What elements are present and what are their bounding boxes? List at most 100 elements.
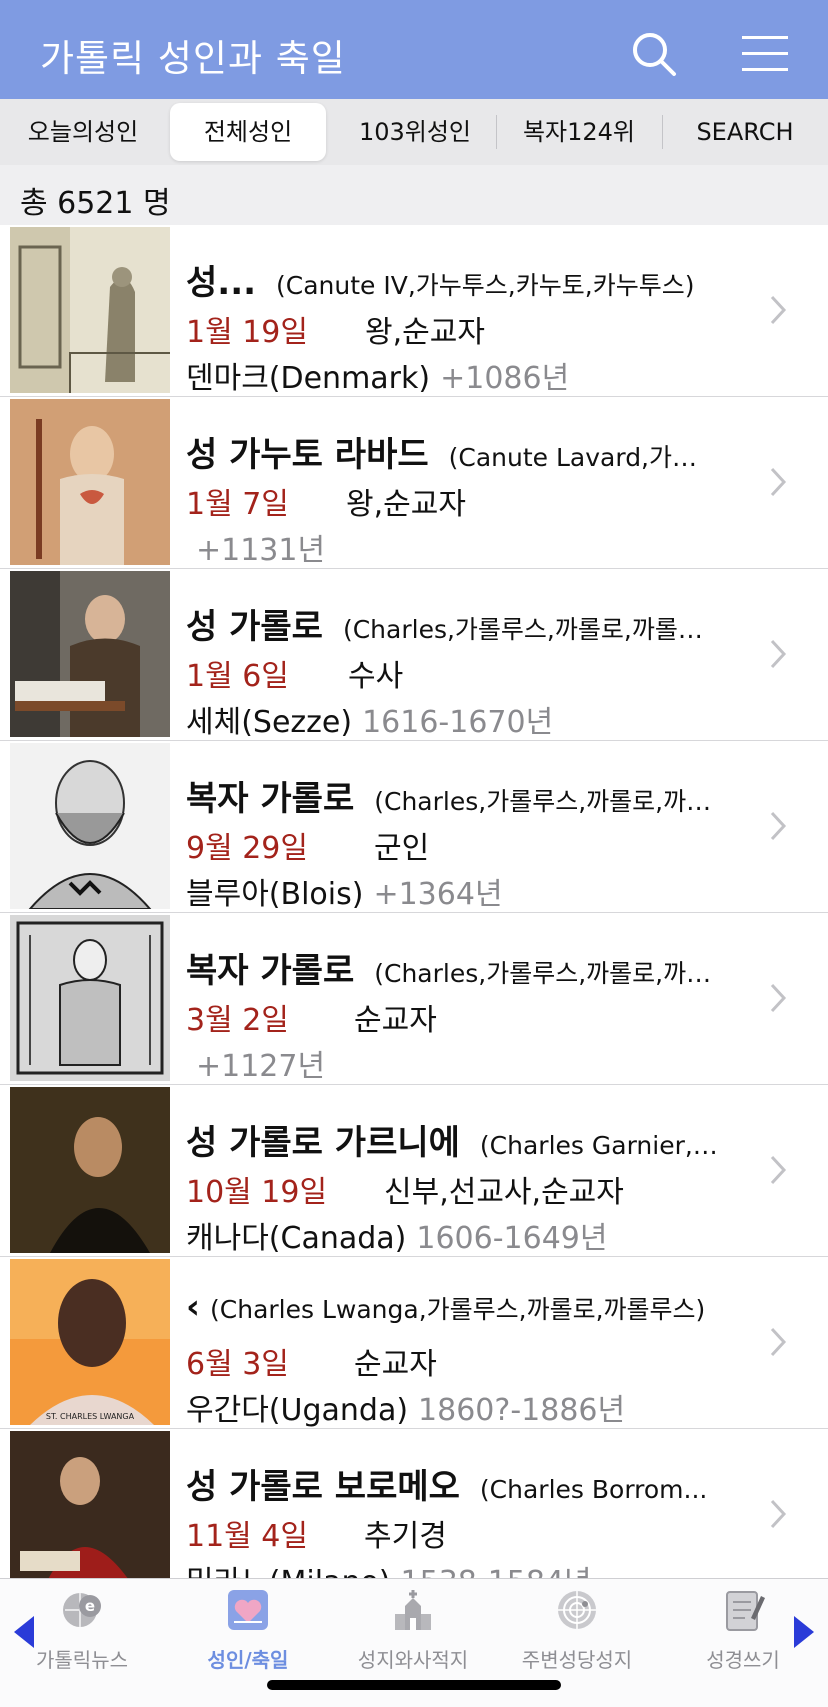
hamburger-menu-icon[interactable] — [740, 34, 790, 74]
saint-thumbnail — [10, 743, 170, 909]
saint-aliases: (Charles Garnier,… — [479, 1131, 718, 1159]
saint-years: 1538-1584년 — [401, 1565, 592, 1578]
tab-all-saints[interactable]: 전체성인 — [170, 103, 326, 161]
saint-years: +1131년 — [196, 533, 326, 568]
feast-date: 10월 19일 — [186, 1175, 328, 1210]
nav-label: 성경쓰기 — [706, 1648, 780, 1672]
saint-aliases: (Canute Lavard,가… — [448, 443, 698, 471]
saint-row[interactable]: 성... (Canute IV,가누투스,카누토,카누투스) 1월 19일 왕,순… — [0, 225, 828, 397]
saint-aliases: (Canute IV,가누투스,카누토,카누투스) — [276, 271, 695, 299]
feast-date: 11월 4일 — [186, 1519, 308, 1554]
saint-row[interactable]: 복자 가롤로 (Charles,가롤루스,까롤로,까… 9월 29일 군인 블루아… — [0, 741, 828, 913]
saint-thumbnail — [10, 571, 170, 737]
svg-text:e: e — [85, 1597, 95, 1615]
search-icon[interactable] — [630, 30, 680, 80]
saint-years: +1364년 — [373, 877, 503, 912]
total-count-label: 총 6521 명 — [20, 186, 171, 221]
saint-row[interactable]: 성 가롤로 (Charles,가롤루스,까롤로,까롤… 1월 6일 수사 세체(S… — [0, 569, 828, 741]
saint-name: 성 가롤로 가르니에 — [186, 1123, 460, 1159]
saint-row[interactable]: 성 가롤로 가르니에 (Charles Garnier,… 10월 19일 신부,… — [0, 1085, 828, 1257]
saint-role: 왕,순교자 — [346, 487, 466, 522]
nav-nearby-churches[interactable]: 주변성당성지 — [502, 1588, 652, 1678]
heart-people-icon — [228, 1590, 268, 1630]
saint-role: 수사 — [348, 659, 404, 694]
chevron-right-icon — [770, 467, 787, 497]
nav-label: 성인/축일 — [207, 1648, 289, 1672]
nav-label: 성지와사적지 — [357, 1648, 469, 1672]
saint-thumbnail: ST. CHARLES LWANGA — [10, 1259, 170, 1425]
app-title: 가톨릭 성인과 축일 — [40, 37, 346, 80]
chevron-right-icon — [770, 811, 787, 841]
feast-date: 6월 3일 — [186, 1347, 289, 1382]
chevron-right-icon — [770, 983, 787, 1013]
saint-thumbnail — [10, 915, 170, 1081]
saint-place: 덴마크(Denmark) — [186, 361, 431, 396]
saint-place: 블루아(Blois) — [186, 877, 364, 912]
saint-place: 우간다(Uganda) — [186, 1393, 409, 1428]
saint-aliases: (Charles Lwanga,가롤루스,까롤로,까롤루스) — [210, 1295, 706, 1324]
nav-bible-writing[interactable]: 성경쓰기 — [668, 1588, 818, 1678]
chevron-right-icon — [770, 295, 787, 325]
saint-thumbnail — [10, 1431, 170, 1578]
saint-name: 성... — [186, 263, 257, 299]
church-icon — [395, 1590, 431, 1630]
nav-saints-feasts[interactable]: 성인/축일 — [173, 1588, 323, 1678]
thumbnail-caption: ST. CHARLES LWANGA — [46, 1412, 135, 1421]
saint-row[interactable]: ST. CHARLES LWANGA ‹ (Charles Lwanga,가롤루스… — [0, 1257, 828, 1429]
total-count-bar: 총 6521 명 — [0, 165, 828, 225]
saint-years: 1616-1670년 — [362, 705, 554, 740]
nav-label: 가톨릭뉴스 — [36, 1648, 128, 1672]
feast-date: 3월 2일 — [186, 1003, 289, 1038]
saint-aliases: (Charles,가롤루스,까롤로,까… — [374, 787, 712, 815]
tab-search[interactable]: SEARCH — [666, 103, 824, 161]
saint-name: 복자 가롤로 — [186, 951, 355, 987]
feast-date: 9월 29일 — [186, 831, 308, 866]
saint-name: 성 가누토 라바드 — [186, 435, 429, 471]
saint-role: 추기경 — [364, 1519, 447, 1554]
saint-thumbnail — [10, 399, 170, 565]
saint-row[interactable]: 성 가롤로 보로메오 (Charles Borrom... 11월 4일 추기경 … — [0, 1429, 828, 1578]
saint-row[interactable]: 성 가누토 라바드 (Canute Lavard,가… 1월 7일 왕,순교자 +… — [0, 397, 828, 569]
tab-divider — [662, 115, 663, 149]
tab-103-saints[interactable]: 103위성인 — [336, 103, 494, 161]
saint-role: 신부,선교사,순교자 — [384, 1175, 624, 1210]
tab-divider — [496, 115, 497, 149]
saint-name: ‹ — [186, 1287, 201, 1327]
nav-holy-sites[interactable]: 성지와사적지 — [338, 1588, 488, 1678]
saint-place: 세체(Sezze) — [186, 705, 353, 740]
saint-years: 1606-1649년 — [416, 1221, 608, 1256]
feast-date: 1월 19일 — [186, 315, 308, 350]
saint-years: +1127년 — [196, 1049, 326, 1084]
saint-list[interactable]: 성... (Canute IV,가누투스,카누토,카누투스) 1월 19일 왕,순… — [0, 225, 828, 1578]
feast-date: 1월 6일 — [186, 659, 289, 694]
saint-place: 밀라노(Milano) — [186, 1565, 391, 1578]
saint-years: +1086년 — [440, 361, 570, 396]
feast-date: 1월 7일 — [186, 487, 289, 522]
saint-place: 캐나다(Canada) — [186, 1221, 407, 1256]
nav-label: 주변성당성지 — [521, 1648, 633, 1672]
tab-today-saints[interactable]: 오늘의성인 — [4, 103, 162, 161]
tab-124-blessed[interactable]: 복자124위 — [500, 103, 658, 161]
chevron-right-icon — [770, 639, 787, 669]
saint-aliases: (Charles,가롤루스,까롤로,까… — [374, 959, 712, 987]
home-indicator[interactable] — [267, 1680, 561, 1690]
nav-catholic-news[interactable]: e 가톨릭뉴스 — [7, 1588, 157, 1678]
saint-aliases: (Charles,가롤루스,까롤로,까롤… — [342, 615, 703, 643]
globe-e-icon: e — [63, 1593, 101, 1627]
saint-years: 1860?-1886년 — [418, 1393, 626, 1428]
chevron-right-icon — [770, 1499, 787, 1529]
segment-tabs: 오늘의성인 전체성인 103위성인 복자124위 SEARCH — [0, 99, 828, 165]
saint-name: 복자 가롤로 — [186, 779, 355, 815]
app-header: 가톨릭 성인과 축일 — [0, 0, 828, 99]
notepad-pencil-icon — [726, 1591, 765, 1631]
saint-name: 성 가롤로 — [186, 607, 323, 643]
saint-role: 순교자 — [354, 1347, 437, 1382]
radar-icon — [558, 1591, 596, 1629]
saint-role: 군인 — [374, 831, 430, 866]
saint-role: 순교자 — [354, 1003, 437, 1038]
saint-row[interactable]: 복자 가롤로 (Charles,가롤루스,까롤로,까… 3월 2일 순교자 +11… — [0, 913, 828, 1085]
chevron-right-icon — [770, 1327, 787, 1357]
saint-thumbnail — [10, 227, 170, 393]
saint-name: 성 가롤로 보로메오 — [186, 1467, 460, 1503]
saint-role: 왕,순교자 — [365, 315, 485, 350]
